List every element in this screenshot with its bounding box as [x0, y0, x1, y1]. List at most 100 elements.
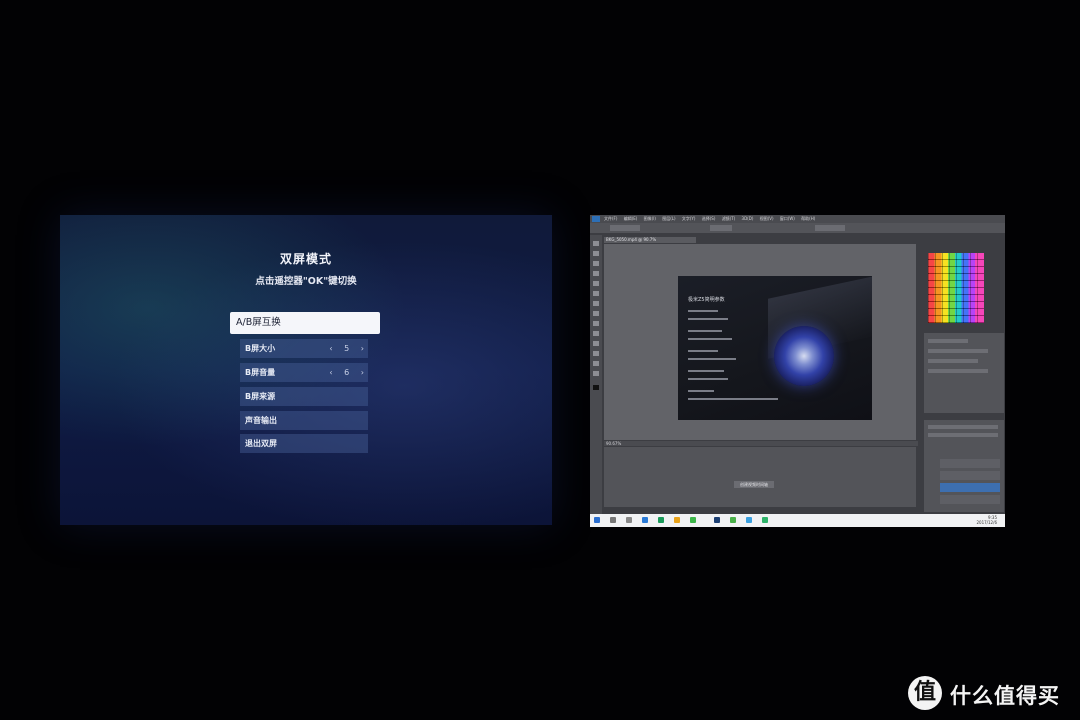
zoom-tool-icon[interactable] [593, 371, 599, 376]
ps-properties-panel [924, 333, 1004, 413]
app-icon[interactable] [746, 517, 752, 523]
menu-item-audio-output[interactable]: 声音输出 [240, 411, 368, 430]
menu-item-label: B屏音量 [245, 368, 276, 377]
dual-screen-menu-panel: 双屏模式 点击遥控器"OK"键切换 A/B屏互换 B屏大小 ‹ 5 › B屏音量… [60, 215, 552, 525]
image-title: 极米Z5简明参数 [688, 297, 725, 303]
image-text-line [688, 338, 732, 340]
b-volume-stepper[interactable]: ‹ 6 › [320, 363, 364, 382]
layer-row[interactable] [940, 471, 1000, 480]
app-icon[interactable] [658, 517, 664, 523]
search-icon[interactable] [610, 517, 616, 523]
option-field[interactable] [710, 225, 732, 231]
image-text-line [688, 330, 722, 332]
app-icon[interactable] [690, 517, 696, 523]
layer-row[interactable] [940, 495, 1000, 504]
menu-help[interactable]: 帮助(H) [801, 216, 815, 221]
panel-row [928, 433, 998, 437]
edge-icon[interactable] [642, 517, 648, 523]
menu-edit[interactable]: 编辑(E) [624, 216, 638, 221]
smzdm-logo-icon: 值 [908, 676, 942, 710]
stepper-value: 5 [344, 344, 350, 353]
chevron-right-icon[interactable]: › [361, 363, 364, 382]
menu-item-swap-ab[interactable]: A/B屏互换 [230, 312, 380, 334]
chevron-right-icon[interactable]: › [361, 339, 364, 358]
photoshop-taskbar-icon[interactable] [714, 517, 720, 523]
menu-item-exit-dual[interactable]: 退出双屏 [240, 434, 368, 453]
image-text-line [688, 398, 778, 400]
document-image: 极米Z5简明参数 [678, 276, 872, 420]
windows-taskbar: 9:35 2017/12/6 [590, 514, 1005, 527]
gradient-tool-icon[interactable] [593, 321, 599, 326]
eyedropper-tool-icon[interactable] [593, 281, 599, 286]
option-field[interactable] [610, 225, 640, 231]
b-size-stepper[interactable]: ‹ 5 › [320, 339, 364, 358]
brush-tool-icon[interactable] [593, 291, 599, 296]
stamp-tool-icon[interactable] [593, 301, 599, 306]
menu-view[interactable]: 视图(V) [760, 216, 774, 221]
menu-layer[interactable]: 图层(L) [662, 216, 675, 221]
ps-timeline-panel: 创建视频时间轴 [604, 447, 916, 507]
menu-window[interactable]: 窗口(W) [780, 216, 795, 221]
image-text-line [688, 310, 718, 312]
panel-row [928, 339, 968, 343]
ps-options-bar [590, 223, 1005, 233]
chevron-left-icon[interactable]: ‹ [329, 339, 332, 358]
image-text-line [688, 390, 714, 392]
image-text-line [688, 358, 736, 360]
layer-row[interactable] [940, 483, 1000, 492]
eraser-tool-icon[interactable] [593, 311, 599, 316]
dual-screen-title: 双屏模式 [279, 252, 332, 266]
menu-file[interactable]: 文件(F) [604, 216, 617, 221]
photoshop-window: 文件(F) 编辑(E) 图像(I) 图层(L) 文字(Y) 选择(S) 滤镜(T… [590, 215, 1005, 527]
taskbar-clock[interactable]: 9:35 2017/12/6 [976, 515, 997, 525]
ps-status-bar: 90.67% [604, 441, 918, 446]
menu-filter[interactable]: 滤镜(T) [722, 216, 736, 221]
menu-item-b-volume[interactable]: B屏音量 ‹ 6 › [240, 363, 368, 382]
pen-tool-icon[interactable] [593, 331, 599, 336]
document-tab[interactable]: BKG_5050.mp4 @ 90.7% [604, 237, 696, 243]
image-text-line [688, 318, 728, 320]
menu-image[interactable]: 图像(I) [644, 216, 656, 221]
image-text-line [688, 350, 718, 352]
ps-toolbox [590, 235, 602, 515]
create-video-timeline-button[interactable]: 创建视频时间轴 [734, 481, 774, 488]
layer-row[interactable] [940, 459, 1000, 468]
menu-select[interactable]: 选择(S) [702, 216, 716, 221]
shape-tool-icon[interactable] [593, 351, 599, 356]
menu-item-label: 声音输出 [245, 416, 277, 425]
menu-item-label: B屏大小 [245, 344, 276, 353]
swatches-grid [928, 253, 984, 323]
menu-item-label: B屏来源 [245, 392, 276, 401]
image-text-line [688, 370, 724, 372]
task-view-icon[interactable] [626, 517, 632, 523]
panel-row [928, 369, 988, 373]
dual-screen-subtitle: 点击遥控器"OK"键切换 [255, 276, 357, 287]
foreground-color-icon[interactable] [593, 385, 599, 390]
move-tool-icon[interactable] [593, 241, 599, 246]
photoshop-logo-icon [592, 216, 600, 222]
crop-tool-icon[interactable] [593, 271, 599, 276]
watermark-text: 什么值得买 [950, 684, 1060, 708]
ps-menu: 文件(F) 编辑(E) 图像(I) 图层(L) 文字(Y) 选择(S) 滤镜(T… [604, 215, 820, 223]
projector-lens-graphic [774, 326, 834, 386]
menu-item-b-source[interactable]: B屏来源 [240, 387, 368, 406]
windows-start-icon[interactable] [594, 517, 600, 523]
menu-type[interactable]: 文字(Y) [682, 216, 696, 221]
menu-item-label: 退出双屏 [245, 439, 277, 448]
marquee-tool-icon[interactable] [593, 251, 599, 256]
panel-row [928, 425, 998, 429]
type-tool-icon[interactable] [593, 341, 599, 346]
image-text-line [688, 378, 728, 380]
app-icon[interactable] [762, 517, 768, 523]
ps-menubar: 文件(F) 编辑(E) 图像(I) 图层(L) 文字(Y) 选择(S) 滤镜(T… [590, 215, 1005, 223]
wechat-icon[interactable] [730, 517, 736, 523]
option-field[interactable] [815, 225, 845, 231]
chevron-left-icon[interactable]: ‹ [329, 363, 332, 382]
menu-item-b-size[interactable]: B屏大小 ‹ 5 › [240, 339, 368, 358]
folder-icon[interactable] [674, 517, 680, 523]
hand-tool-icon[interactable] [593, 361, 599, 366]
ps-canvas-area[interactable]: 极米Z5简明参数 [604, 244, 916, 440]
taskbar-date: 2017/12/6 [976, 520, 997, 525]
menu-3d[interactable]: 3D(D) [742, 216, 754, 221]
lasso-tool-icon[interactable] [593, 261, 599, 266]
